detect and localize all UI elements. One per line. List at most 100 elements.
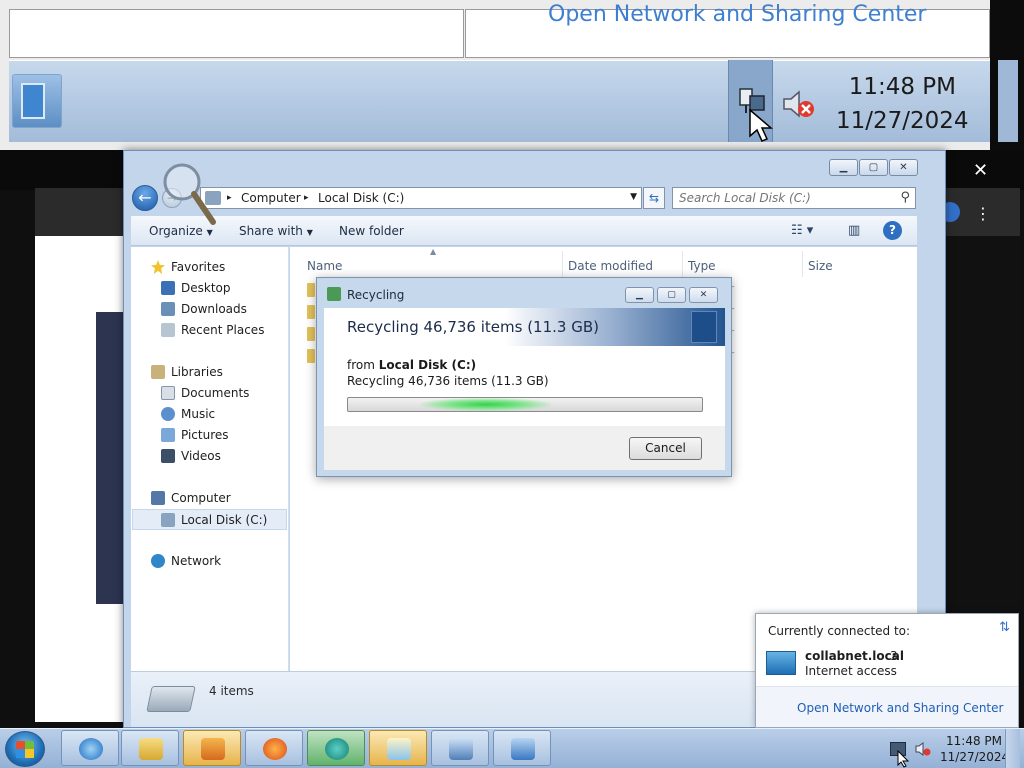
taskbar-clock[interactable]: 11:48 PM 11/27/2024 <box>940 733 1010 765</box>
drive-large-icon <box>146 686 196 712</box>
nav-desktop-label: Desktop <box>181 281 231 295</box>
windows-logo-icon <box>16 741 34 758</box>
nav-network[interactable]: Network <box>151 554 221 568</box>
nav-network-label: Network <box>171 554 222 568</box>
background-close-icon[interactable]: ✕ <box>973 160 988 181</box>
folder-icon[interactable] <box>307 327 315 341</box>
address-dropdown-icon[interactable]: ▼ <box>630 192 637 202</box>
refresh-button[interactable]: ⇆ <box>643 187 665 209</box>
nav-pictures[interactable]: Pictures <box>161 428 229 442</box>
background-menu-icon[interactable]: ⋮ <box>975 204 991 223</box>
minimize-button[interactable]: ▁ <box>829 159 858 176</box>
dialog-close-button[interactable]: ✕ <box>689 287 718 303</box>
folder-icon[interactable] <box>307 283 315 297</box>
nav-downloads[interactable]: Downloads <box>161 302 247 316</box>
recent-places-icon <box>161 323 175 337</box>
search-icon[interactable]: ⚲ <box>900 190 910 205</box>
zoom-open-network-link: Open Network and Sharing Center <box>548 2 927 27</box>
nav-music-label: Music <box>181 407 216 421</box>
nav-computer[interactable]: Computer <box>151 491 231 505</box>
share-with-label: Share with <box>239 224 303 238</box>
taskbar-media-player[interactable] <box>183 730 241 766</box>
nav-videos[interactable]: Videos <box>161 449 221 463</box>
column-header-date-modified[interactable]: Date modified <box>568 259 653 273</box>
speaker-muted-icon[interactable] <box>915 742 931 756</box>
breadcrumb-local-disk[interactable]: Local Disk (C:) <box>318 191 404 205</box>
column-header-name[interactable]: Name <box>307 259 342 273</box>
cancel-button[interactable]: Cancel <box>629 437 702 460</box>
nav-recent-places[interactable]: Recent Places <box>161 323 264 337</box>
refresh-connections-icon[interactable]: ⇅ <box>999 620 1010 635</box>
dialog-details: from Local Disk (C:) Recycling 46,736 it… <box>324 346 725 426</box>
nav-favorites-label: Favorites <box>171 260 226 274</box>
breadcrumb-arrow-icon: ▸ <box>304 193 309 203</box>
help-icon[interactable]: ? <box>883 221 902 240</box>
taskbar-teal-app[interactable] <box>307 730 365 766</box>
internet-explorer-icon <box>79 738 103 760</box>
from-line: from Local Disk (C:) <box>347 358 476 372</box>
nav-local-disk[interactable]: Local Disk (C:) <box>132 509 287 530</box>
item-count: 4 items <box>209 684 254 698</box>
new-folder-button[interactable]: New folder <box>339 224 404 238</box>
star-icon <box>151 260 165 274</box>
close-button[interactable]: ✕ <box>889 159 918 176</box>
taskbar-document[interactable] <box>369 730 427 766</box>
taskbar: 11:48 PM 11/27/2024 <box>0 728 1024 768</box>
nav-desktop[interactable]: Desktop <box>161 281 231 295</box>
zoom-clock: 11:48 PM 11/27/2024 <box>836 70 969 138</box>
dialog-maximize-button[interactable]: ▢ <box>657 287 686 303</box>
start-button[interactable] <box>5 731 45 767</box>
document-icon <box>387 738 411 760</box>
nav-favorites[interactable]: Favorites <box>151 260 225 274</box>
nav-pictures-label: Pictures <box>181 428 229 442</box>
nav-documents-label: Documents <box>181 386 250 400</box>
nav-downloads-label: Downloads <box>181 302 247 316</box>
network-icon <box>151 554 165 568</box>
zoom-speaker-muted-icon <box>783 90 814 118</box>
documents-icon <box>161 386 175 400</box>
nav-music[interactable]: Music <box>161 407 215 421</box>
open-network-sharing-center-link[interactable]: Open Network and Sharing Center <box>797 701 1003 715</box>
mouse-cursor-icon <box>897 750 910 768</box>
taskbar-control-panel[interactable] <box>493 730 551 766</box>
show-desktop-button[interactable] <box>1005 729 1020 768</box>
breadcrumb-computer[interactable]: Computer <box>241 191 301 205</box>
column-header-type[interactable]: Type <box>688 259 716 273</box>
teal-app-icon <box>325 738 349 760</box>
folder-icon[interactable] <box>307 349 315 363</box>
magnifier-zoom-view: Open Network and Sharing Center 11:48 PM… <box>0 0 1024 150</box>
media-player-icon <box>201 738 225 760</box>
taskbar-firefox[interactable] <box>245 730 303 766</box>
search-input[interactable] <box>679 190 879 206</box>
column-header-size[interactable]: Size <box>808 259 833 273</box>
column-separator <box>802 251 803 277</box>
progress-detail: Recycling 46,736 items (11.3 GB) <box>347 374 549 388</box>
navigation-pane: Favorites Desktop Downloads Recent Place… <box>131 247 289 671</box>
taskbar-clock-date: 11/27/2024 <box>940 750 1010 764</box>
preview-pane-icon[interactable]: ▥ <box>848 223 860 238</box>
nav-documents[interactable]: Documents <box>161 386 249 400</box>
nav-computer-label: Computer <box>171 491 231 505</box>
address-bar[interactable]: ▸ Computer ▸ Local Disk (C:) ▼ <box>200 187 642 209</box>
desktop-icon <box>161 281 175 295</box>
maximize-button[interactable]: ▢ <box>859 159 888 176</box>
dialog-body: Recycling 46,736 items (11.3 GB) from Lo… <box>324 308 725 470</box>
folder-icon[interactable] <box>307 305 315 319</box>
control-panel-icon <box>511 738 535 760</box>
taskbar-file-explorer[interactable] <box>121 730 179 766</box>
taskbar-remote-desktop[interactable] <box>431 730 489 766</box>
background-navy-panel <box>96 312 126 604</box>
dialog-minimize-button[interactable]: ▁ <box>625 287 654 303</box>
firefox-icon <box>263 738 287 760</box>
taskbar-internet-explorer[interactable] <box>61 730 119 766</box>
back-button[interactable]: ← <box>132 185 158 211</box>
zoom-mouse-cursor-icon <box>749 108 774 142</box>
nav-libraries[interactable]: Libraries <box>151 365 223 379</box>
search-box[interactable]: ⚲ <box>672 187 916 209</box>
drive-icon <box>161 512 175 527</box>
column-separator <box>562 251 563 277</box>
taskbar-clock-time: 11:48 PM <box>946 734 1002 748</box>
share-with-menu[interactable]: Share with ▼ <box>239 224 313 238</box>
view-options-icon[interactable]: ☷ ▾ <box>791 223 813 238</box>
breadcrumb-arrow-icon: ▸ <box>227 193 232 203</box>
